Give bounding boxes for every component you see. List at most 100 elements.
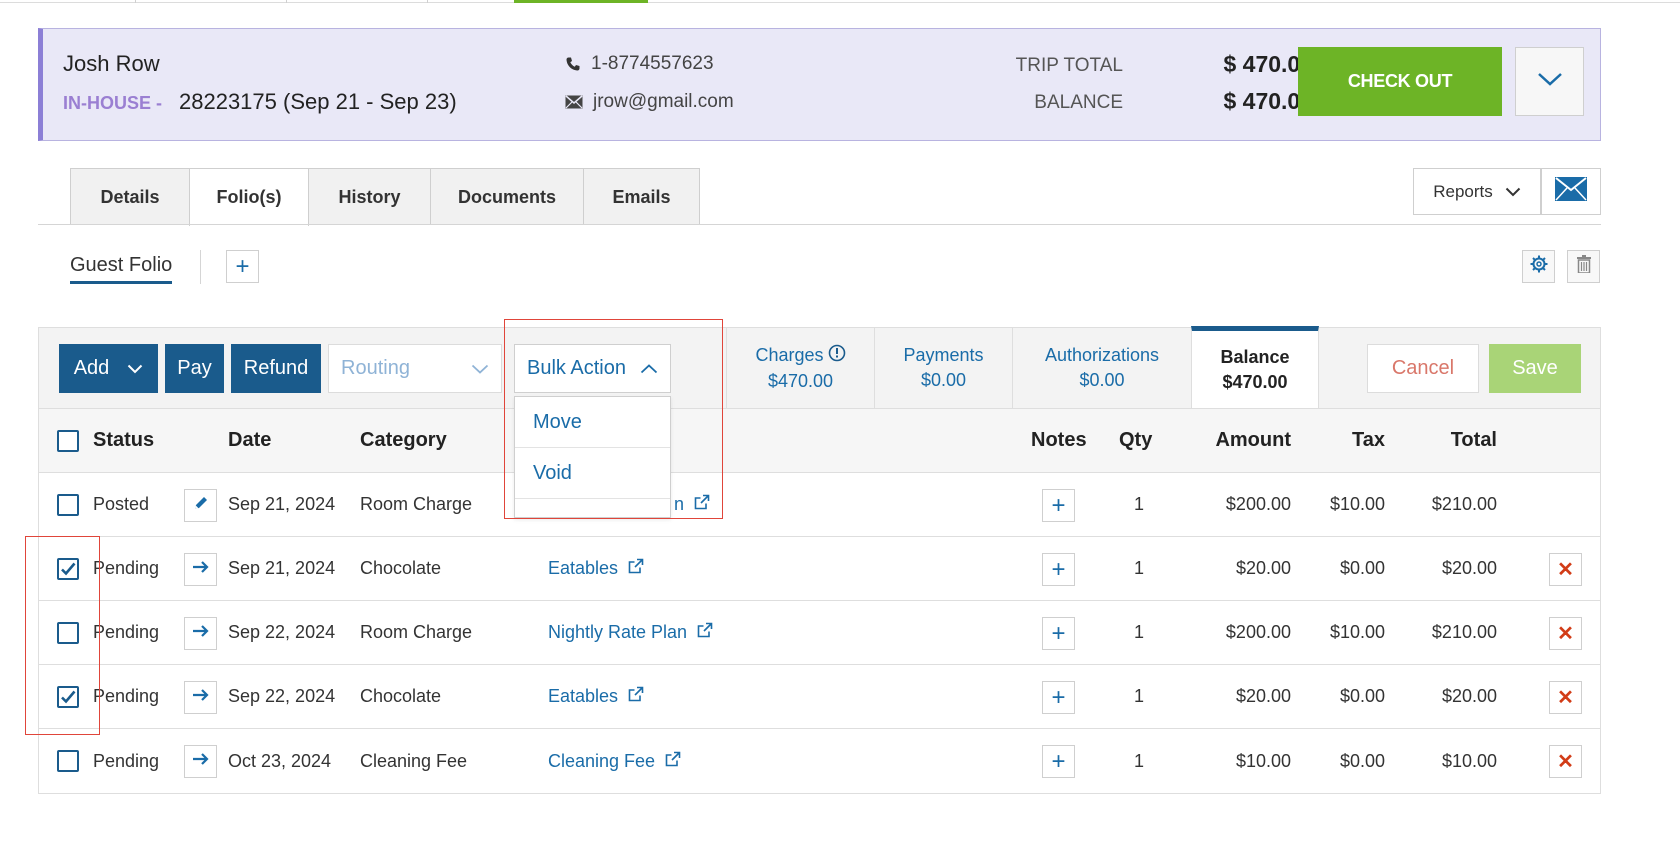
row-checkbox[interactable]: [57, 622, 79, 644]
check-out-button[interactable]: CHECK OUT: [1298, 47, 1502, 116]
row-item-link[interactable]: Nightly Rate Plan: [548, 601, 713, 664]
cancel-button[interactable]: Cancel: [1367, 344, 1479, 393]
tab-emails[interactable]: Emails: [583, 168, 700, 225]
page: Josh Row IN-HOUSE - 28223175 (Sep 21 - S…: [0, 0, 1680, 847]
tab-details[interactable]: Details: [70, 168, 190, 225]
bulk-action-select[interactable]: Bulk Action: [514, 344, 671, 393]
reports-dropdown[interactable]: Reports: [1413, 168, 1541, 215]
column-header-total: Total: [1450, 429, 1497, 451]
plus-icon: +: [1051, 683, 1066, 711]
add-folio-button[interactable]: +: [226, 250, 259, 283]
routing-select[interactable]: Routing: [328, 344, 502, 393]
row-date: Sep 21, 2024: [228, 494, 336, 514]
delete-folio-button[interactable]: [1567, 250, 1600, 283]
plus-icon: +: [1051, 555, 1066, 583]
pencil-icon: [193, 495, 209, 516]
row-item-link[interactable]: Cleaning Fee: [548, 729, 681, 793]
bulk-action-void[interactable]: Void: [515, 448, 670, 499]
arrow-right-icon: [192, 624, 210, 643]
charges-summary[interactable]: Charges $470.00: [726, 328, 874, 408]
external-link-icon: [694, 494, 710, 515]
top-strip-active-indicator: [514, 0, 648, 3]
row-date: Oct 23, 2024: [228, 750, 332, 771]
row-qty: 1: [1134, 494, 1145, 514]
guest-email: jrow@gmail.com: [565, 91, 734, 113]
payments-value: $0.00: [920, 370, 967, 390]
delete-row-button[interactable]: ✕: [1549, 681, 1582, 714]
tab-folios[interactable]: Folio(s): [189, 168, 309, 226]
payments-label: Payments: [903, 345, 984, 365]
add-note-button[interactable]: +: [1042, 489, 1075, 522]
delete-row-button[interactable]: ✕: [1549, 617, 1582, 650]
post-row-button[interactable]: [184, 745, 217, 778]
row-item-label: n: [674, 494, 685, 514]
row-total: $210.00: [1431, 494, 1497, 514]
folio-settings-button[interactable]: [1522, 250, 1555, 283]
balance-summary-value: $470.00: [1222, 371, 1288, 392]
folio-toolbar: Add Pay Refund Routing Bulk Action Charg…: [38, 326, 1601, 409]
guest-phone: 1-8774557623: [565, 53, 714, 75]
row-checkbox-checked[interactable]: [57, 686, 79, 708]
refund-button[interactable]: Refund: [231, 344, 321, 393]
add-note-button[interactable]: +: [1042, 745, 1075, 778]
tab-documents[interactable]: Documents: [430, 168, 584, 225]
add-note-button[interactable]: +: [1042, 617, 1075, 650]
table-row: Pending Sep 22, 2024 Chocolate Eatables …: [39, 665, 1600, 729]
column-header-status[interactable]: Status: [93, 409, 154, 472]
row-item-link[interactable]: Eatables: [548, 665, 644, 728]
row-item-link[interactable]: n: [674, 473, 710, 536]
external-link-icon: [697, 622, 713, 643]
balance-label: BALANCE: [1034, 92, 1123, 113]
row-item-label: Eatables: [548, 686, 619, 706]
info-icon: [828, 344, 846, 367]
delete-row-button[interactable]: ✕: [1549, 553, 1582, 586]
edit-row-button[interactable]: [184, 489, 217, 522]
email-folio-button[interactable]: [1541, 168, 1601, 215]
balance-summary-label: Balance: [1220, 346, 1290, 367]
row-qty: 1: [1134, 622, 1145, 642]
charges-label: Charges: [755, 345, 824, 365]
chevron-down-icon: [1505, 182, 1521, 202]
plus-icon: +: [1051, 747, 1066, 775]
close-icon: ✕: [1557, 687, 1574, 709]
row-category: Chocolate: [360, 686, 442, 706]
top-strip-divider: [286, 0, 287, 3]
row-amount: $200.00: [1225, 494, 1291, 514]
top-strip-divider: [427, 0, 428, 3]
folio-tab-guest[interactable]: Guest Folio: [70, 254, 173, 284]
delete-row-button[interactable]: ✕: [1549, 745, 1582, 778]
row-tax: $0.00: [1339, 750, 1385, 771]
row-item-link[interactable]: Eatables: [548, 537, 644, 600]
row-tax: $0.00: [1339, 558, 1385, 578]
row-date: Sep 21, 2024: [228, 558, 336, 578]
row-amount: $20.00: [1235, 686, 1291, 706]
add-note-button[interactable]: +: [1042, 553, 1075, 586]
row-item-label: Nightly Rate Plan: [548, 622, 688, 642]
external-link-icon: [628, 558, 644, 579]
add-label: Add: [73, 357, 110, 379]
banner-dropdown-button[interactable]: [1515, 47, 1584, 116]
row-checkbox[interactable]: [57, 494, 79, 516]
post-row-button[interactable]: [184, 681, 217, 714]
add-note-button[interactable]: +: [1042, 681, 1075, 714]
phone-icon: [565, 56, 581, 72]
column-header-category[interactable]: Category: [360, 409, 447, 472]
row-total: $10.00: [1441, 750, 1497, 771]
payments-summary[interactable]: Payments $0.00: [874, 328, 1012, 408]
plus-icon: +: [235, 252, 250, 280]
pay-button[interactable]: Pay: [165, 344, 224, 393]
select-all-checkbox[interactable]: [57, 430, 79, 452]
row-qty: 1: [1134, 750, 1145, 771]
authorizations-summary[interactable]: Authorizations $0.00: [1012, 328, 1191, 408]
bulk-action-move[interactable]: Move: [515, 397, 670, 448]
balance-summary[interactable]: Balance $470.00: [1191, 326, 1319, 408]
tab-history[interactable]: History: [308, 168, 431, 225]
add-dropdown-button[interactable]: Add: [59, 344, 158, 393]
column-header-date[interactable]: Date: [228, 409, 271, 472]
post-row-button[interactable]: [184, 617, 217, 650]
row-checkbox-checked[interactable]: [57, 558, 79, 580]
row-checkbox[interactable]: [57, 750, 79, 772]
post-row-button[interactable]: [184, 553, 217, 586]
chevron-down-icon: [1537, 71, 1563, 92]
save-button[interactable]: Save: [1489, 344, 1581, 393]
